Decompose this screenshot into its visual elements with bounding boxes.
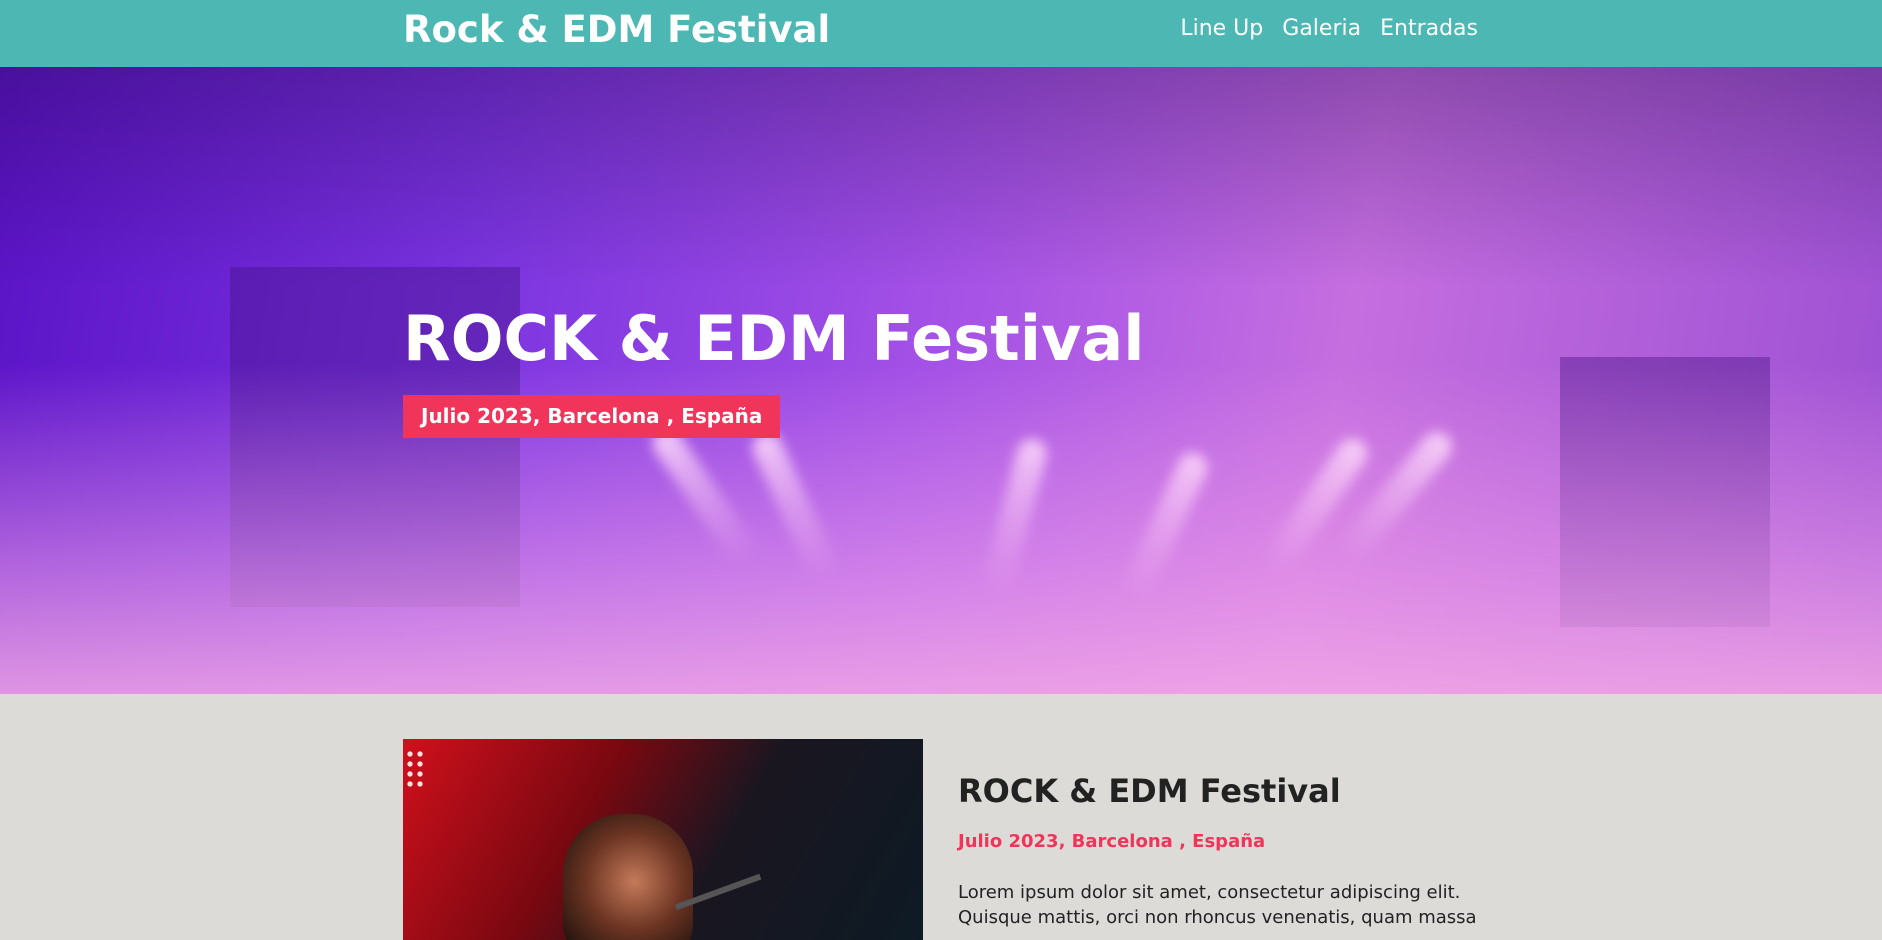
about-title: ROCK & EDM Festival: [958, 772, 1341, 810]
site-logo[interactable]: Rock & EDM Festival: [403, 8, 830, 51]
hero-date-badge: Julio 2023, Barcelona , España: [403, 395, 781, 438]
main-nav: Line Up Galeria Entradas: [1180, 16, 1478, 41]
about-text: Lorem ipsum dolor sit amet, consectetur …: [958, 882, 1477, 928]
nav-link-line-up[interactable]: Line Up: [1180, 16, 1263, 41]
hero-overlay-top: [0, 67, 1882, 287]
hero-light-haze: [0, 364, 1882, 694]
nav-link-galeria[interactable]: Galeria: [1282, 16, 1361, 41]
stage-lights: [405, 749, 423, 789]
hero-banner: ROCK & EDM Festival Julio 2023, Barcelon…: [0, 67, 1882, 694]
about-section: ROCK & EDM Festival Julio 2023, Barcelon…: [0, 694, 1882, 940]
about-date: Julio 2023, Barcelona , España: [958, 831, 1266, 852]
nav-link-entradas[interactable]: Entradas: [1380, 16, 1478, 41]
hero-title: ROCK & EDM Festival: [403, 302, 1145, 375]
singer-photo: [403, 739, 923, 940]
site-header: Rock & EDM Festival Line Up Galeria Entr…: [0, 0, 1882, 67]
singer-figure: [563, 814, 693, 940]
